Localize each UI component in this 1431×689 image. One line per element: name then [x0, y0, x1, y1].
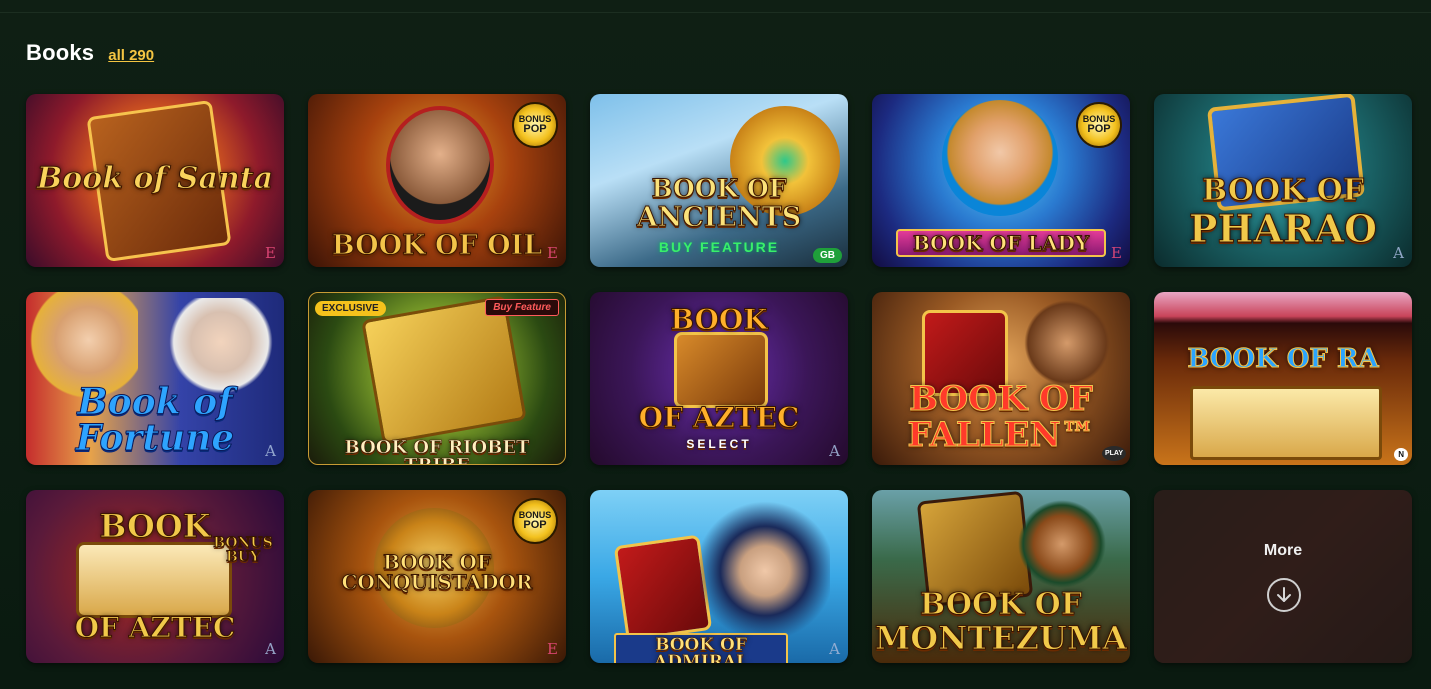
arrow-down-circle-icon [1267, 578, 1301, 612]
game-art [942, 100, 1058, 216]
game-title: BOOK OF OIL [331, 230, 543, 261]
game-title-line2: CONQUISTADOR [341, 570, 533, 594]
exclusive-badge: EXCLUSIVE [315, 301, 386, 316]
game-title: BOOK OF LADY [896, 229, 1106, 257]
game-subtitle: BUY FEATURE [658, 239, 780, 255]
game-tile-book-of-aztec-bonus-buy[interactable]: BOOK OF AZTEC BONUS BUY A [26, 490, 284, 663]
game-title-line2: OF AZTEC [638, 401, 800, 434]
game-title: BOOK [670, 303, 768, 336]
provider-mark: E [547, 640, 558, 658]
section-title: Books [26, 40, 95, 65]
provider-mark: PLAY [1101, 446, 1126, 461]
section-header: Books all 290 [26, 40, 154, 66]
game-subtitle: SELECT [686, 437, 752, 451]
game-tile-book-of-montezuma[interactable]: BOOK OF MONTEZUMA [872, 490, 1130, 663]
game-title: BOOK OF ADMIRAL [614, 633, 788, 663]
game-art [674, 332, 768, 408]
game-art [613, 534, 713, 642]
more-games-button[interactable]: More [1154, 490, 1412, 663]
provider-mark: A [265, 640, 276, 658]
game-title-line2: Fortune [75, 417, 235, 459]
provider-mark: A [829, 442, 840, 460]
game-subtitle: BONUS BUY [213, 535, 273, 565]
games-grid: Book of Santa E BONUS POP BOOK OF OIL E B… [26, 94, 1412, 663]
game-title-line2: FALLEN™ [907, 415, 1095, 455]
more-label: More [1263, 542, 1303, 559]
game-title: BOOK OF [909, 379, 1094, 419]
more-overlay [1154, 490, 1412, 663]
game-title: Book of [77, 381, 233, 423]
game-tile-book-of-santa[interactable]: Book of Santa E [26, 94, 284, 267]
game-tile-book-of-aztec-select[interactable]: BOOK OF AZTEC SELECT A [590, 292, 848, 465]
provider-mark: E [265, 244, 276, 262]
all-games-link[interactable]: all 290 [108, 47, 154, 64]
game-art [361, 295, 527, 445]
game-title: Book of Santa [36, 161, 274, 196]
game-tile-book-of-ra[interactable]: BOOK OF RA N [1154, 292, 1412, 465]
game-title-line2: ANCIENTS [636, 202, 802, 233]
game-title: BOOK OF [382, 550, 492, 574]
provider-mark: E [1111, 244, 1122, 262]
provider-mark: N [1394, 448, 1408, 461]
game-title: BOOK OF [1201, 173, 1365, 208]
game-tile-book-of-pharao[interactable]: BOOK OF PHARAO A [1154, 94, 1412, 267]
game-tile-book-of-oil[interactable]: BONUS POP BOOK OF OIL E [308, 94, 566, 267]
game-tile-book-of-conquistador[interactable]: BONUS POP BOOK OF CONQUISTADOR E [308, 490, 566, 663]
game-art [386, 106, 494, 224]
provider-mark: A [1393, 244, 1404, 262]
game-title-line2: PHARAO [1188, 206, 1378, 251]
provider-mark: E [547, 244, 558, 262]
game-title-line2: OF AZTEC [74, 611, 236, 644]
game-tile-book-of-lady[interactable]: BONUS POP BOOK OF LADY E [872, 94, 1130, 267]
bonus-pop-badge: BONUS POP [512, 102, 558, 148]
top-divider [0, 12, 1431, 13]
game-title: BOOK OF RA [1187, 344, 1379, 374]
game-title-line2: MONTEZUMA [874, 619, 1128, 657]
game-title: BOOK OF RIOBET TRIBE [344, 437, 530, 464]
bonus-pop-badge: BONUS POP [1076, 102, 1122, 148]
game-tile-book-of-ancients[interactable]: BOOK OF ANCIENTS BUY FEATURE GB [590, 94, 848, 267]
game-art-2 [1012, 494, 1112, 594]
game-tile-book-of-fallen[interactable]: BOOK OF FALLEN™ PLAY [872, 292, 1130, 465]
provider-mark: GB [813, 248, 842, 263]
game-tile-book-of-admiral[interactable]: BOOK OF ADMIRAL A [590, 490, 848, 663]
game-tile-book-of-fortune[interactable]: Book of Fortune A [26, 292, 284, 465]
game-title: BOOK OF [919, 587, 1083, 622]
provider-mark: A [829, 640, 840, 658]
game-art [1190, 386, 1382, 460]
bonus-pop-badge: BONUS POP [512, 498, 558, 544]
buy-feature-badge: Buy Feature [485, 299, 559, 316]
provider-mark: A [265, 442, 276, 460]
game-tile-book-of-riobet-tribe[interactable]: EXCLUSIVE Buy Feature BOOK OF RIOBET TRI… [308, 292, 566, 465]
game-title: BOOK OF [651, 174, 787, 203]
game-art-2 [700, 496, 830, 646]
